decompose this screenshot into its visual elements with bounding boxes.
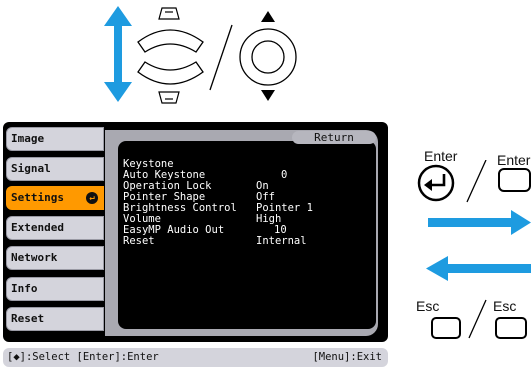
status-hint-left: [◆]:Select [Enter]:Enter <box>7 351 159 363</box>
keystone-up-button-icon <box>137 7 204 53</box>
sidebar-item-extended[interactable]: Extended <box>6 216 104 240</box>
keystone-down-button-icon <box>137 61 204 104</box>
sidebar-item-info[interactable]: Info <box>6 277 104 301</box>
sidebar-item-network[interactable]: Network <box>6 246 104 270</box>
sidebar-item-image[interactable]: Image <box>6 127 104 151</box>
setting-row-brightness-control[interactable]: Brightness Control High <box>123 192 373 225</box>
sidebar-item-label: Info <box>11 282 38 295</box>
up-down-arrow-icon <box>104 6 132 102</box>
status-bar: [◆]:Select [Enter]:Enter [Menu]:Exit <box>3 348 388 367</box>
setting-label: Reset <box>123 235 155 247</box>
left-arrow-icon <box>426 256 531 281</box>
enter-icon: ↵ <box>86 192 98 204</box>
setting-value: Internal <box>256 235 307 247</box>
right-arrow-icon <box>428 210 531 235</box>
setting-row-auto-keystone[interactable]: Auto Keystone On <box>123 159 373 192</box>
divider-slash <box>468 299 487 339</box>
navigation-illustration <box>104 6 297 104</box>
setting-row-pointer-shape[interactable]: Pointer Shape Pointer 1 <box>123 181 373 214</box>
divider-slash <box>209 24 233 91</box>
enter-round-button-icon <box>417 164 455 202</box>
setting-row-reset[interactable]: Reset <box>123 225 373 247</box>
sidebar-item-reset[interactable]: Reset <box>6 307 104 331</box>
status-hint-right: [Menu]:Exit <box>312 351 382 363</box>
round-pad-icon <box>239 11 297 101</box>
sidebar-item-label: Network <box>11 251 58 264</box>
setting-row-operation-lock[interactable]: Operation Lock Off <box>123 170 373 203</box>
remote-button-illustration <box>417 160 531 339</box>
esc-button-icon <box>431 317 461 339</box>
return-button[interactable]: Return <box>292 131 376 144</box>
setting-row-easymp-audio-out[interactable]: EasyMP Audio Out Internal <box>123 214 373 247</box>
sidebar-item-signal[interactable]: Signal <box>6 157 104 181</box>
sidebar-item-label: Reset <box>11 312 45 325</box>
sidebar-item-label: Extended <box>11 221 64 234</box>
setting-row-volume[interactable]: Volume 10 <box>123 203 373 236</box>
sidebar-item-label: Signal <box>11 162 51 175</box>
sidebar-item-label: Image <box>11 132 45 145</box>
sidebar-item-label: Settings <box>11 191 64 204</box>
esc-button-alt-icon <box>495 317 527 339</box>
divider-slash <box>466 160 487 203</box>
sidebar-item-settings[interactable]: Settings ↵ <box>6 186 104 210</box>
setting-row-keystone[interactable]: Keystone 0 <box>123 148 373 181</box>
enter-rect-button-icon <box>498 168 531 192</box>
